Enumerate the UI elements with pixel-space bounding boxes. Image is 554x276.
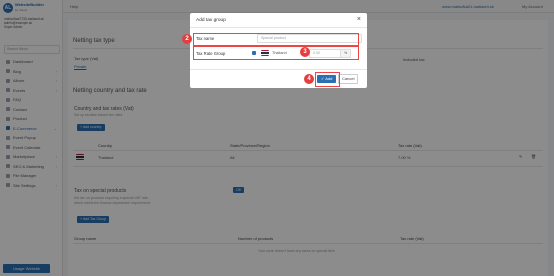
highlight-add-button (315, 72, 340, 87)
highlight-tax-name (193, 33, 359, 46)
modal-divider (190, 27, 367, 28)
modal-divider (190, 69, 367, 70)
step-badge-2: 2 (182, 34, 192, 44)
step-badge-3: 3 (300, 47, 310, 57)
modal-title: Add tax group (196, 18, 226, 23)
cancel-button[interactable]: Cancel (338, 74, 359, 84)
close-icon[interactable]: × (357, 16, 361, 23)
step-badge-4: 4 (304, 74, 314, 84)
highlight-tax-rate (193, 46, 359, 60)
